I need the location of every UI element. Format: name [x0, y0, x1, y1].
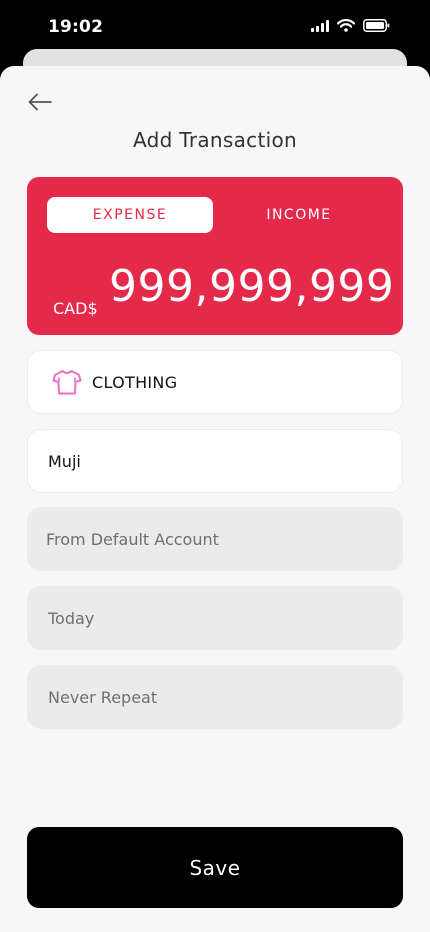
payee-field[interactable]: Muji	[27, 429, 403, 493]
repeat-placeholder: Never Repeat	[48, 687, 158, 707]
arrow-left-icon	[28, 93, 52, 111]
amount-card: EXPENSE INCOME CAD$ 999,999,999	[27, 177, 403, 335]
add-transaction-sheet: Add Transaction EXPENSE INCOME CAD$ 999,…	[0, 66, 430, 932]
expense-tab[interactable]: EXPENSE	[47, 197, 213, 233]
status-bar: 19:02	[0, 0, 430, 56]
t-shirt-icon	[52, 370, 82, 395]
repeat-selector[interactable]: Never Repeat	[27, 665, 403, 729]
page-title: Add Transaction	[133, 128, 297, 152]
payee-value: Muji	[48, 451, 81, 471]
account-selector[interactable]: From Default Account	[27, 507, 403, 571]
status-time: 19:02	[48, 17, 104, 37]
currency-label: CAD$	[53, 299, 98, 318]
cellular-signal-icon	[311, 19, 329, 32]
date-selector[interactable]: Today	[27, 586, 403, 650]
category-label: CLOTHING	[92, 372, 178, 392]
date-placeholder: Today	[48, 608, 95, 628]
category-selector[interactable]: CLOTHING	[27, 350, 403, 414]
battery-icon	[363, 19, 390, 32]
status-icons	[311, 19, 390, 32]
back-button[interactable]	[26, 90, 54, 114]
save-button[interactable]: Save	[27, 827, 403, 908]
account-placeholder: From Default Account	[46, 529, 219, 549]
income-tab[interactable]: INCOME	[216, 197, 382, 233]
wifi-icon	[337, 19, 355, 32]
amount-input[interactable]: 999,999,999	[109, 261, 394, 312]
